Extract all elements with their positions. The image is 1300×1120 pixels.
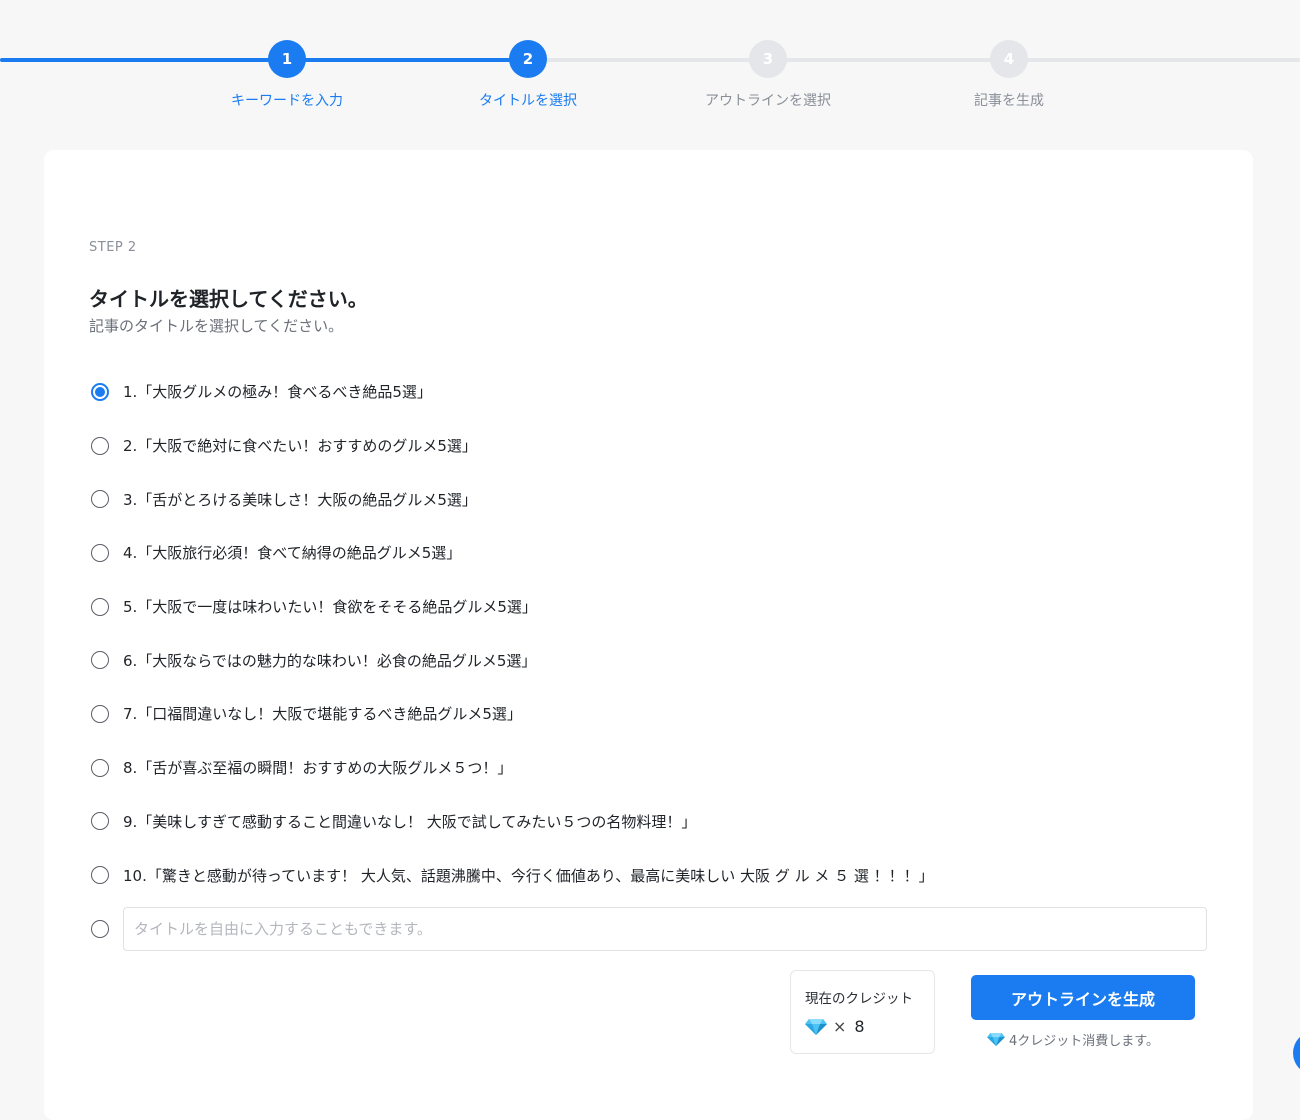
title-option-label[interactable]: 1.「大阪グルメの極み！食べるべき絶品5選」 [123,381,432,402]
title-option-label[interactable]: 3.「舌がとろける美味しさ！大阪の絶品グルメ5選」 [123,489,477,510]
step-number: 1 [268,40,306,78]
title-radio[interactable] [91,436,109,455]
step-article: 4 記事を生成 [909,40,1109,110]
credit-value: × 8 [805,1017,865,1036]
custom-title-radio[interactable] [91,919,109,938]
credit-amount: 8 [854,1017,865,1036]
title-radio[interactable] [91,597,109,616]
credit-cost-text: 4クレジット消費します。 [1009,1034,1159,1049]
help-chat-button[interactable] [1293,1031,1300,1075]
title-radio[interactable] [91,704,109,723]
title-option-label[interactable]: 5.「大阪で一度は味わいたい！食欲をそそる絶品グルメ5選」 [123,596,537,617]
custom-title-input[interactable] [123,906,1207,951]
step-number: 4 [990,40,1028,78]
diamond-icon [805,1018,827,1035]
title-radio[interactable] [91,651,109,670]
title-option-label[interactable]: 6.「大阪ならではの魅力的な味わい！必食の絶品グルメ5選」 [123,650,536,671]
title-option-label[interactable]: 8.「舌が喜ぶ至福の瞬間！おすすめの大阪グルメ５つ！」 [123,757,512,778]
step-number: 3 [749,40,787,78]
title-radio[interactable] [91,866,109,885]
page-title: タイトルを選択してください。 [89,287,368,311]
title-radio[interactable] [91,543,109,562]
title-option[interactable]: 5.「大阪で一度は味わいたい！食欲をそそる絶品グルメ5選」 [91,580,1221,634]
title-option-label[interactable]: 2.「大阪で絶対に食べたい！おすすめのグルメ5選」 [123,435,477,456]
title-option-label[interactable]: 9.「美味しすぎて感動すること間違いなし！ 大阪で試してみたい５つの名物料理！」 [123,811,696,832]
title-option[interactable]: 9.「美味しすぎて感動すること間違いなし！ 大阪で試してみたい５つの名物料理！」 [91,795,1221,849]
title-radio[interactable] [91,382,109,401]
title-radio[interactable] [91,812,109,831]
step-title[interactable]: 2 タイトルを選択 [428,40,628,110]
credit-label: 現在のクレジット [805,991,913,1007]
step-number: 2 [509,40,547,78]
title-option-label[interactable]: 4.「大阪旅行必須！食べて納得の絶品グルメ5選」 [123,542,461,563]
generate-outline-button[interactable]: アウトラインを生成 [971,975,1195,1020]
title-option-label[interactable]: 7.「口福間違いなし！大阪で堪能するべき絶品グルメ5選」 [123,703,522,724]
title-option[interactable]: 4.「大阪旅行必須！食べて納得の絶品グルメ5選」 [91,526,1221,580]
title-option[interactable]: 6.「大阪ならではの魅力的な味わい！必食の絶品グルメ5選」 [91,633,1221,687]
title-selection-card: STEP 2 タイトルを選択してください。 記事のタイトルを選択してください。 … [44,150,1253,1120]
progress-stepper: 1 キーワードを入力 2 タイトルを選択 3 アウトラインを選択 4 記事を生成 [0,0,1300,130]
title-option[interactable]: 7.「口福間違いなし！大阪で堪能するべき絶品グルメ5選」 [91,687,1221,741]
credit-balance: 現在のクレジット × 8 [790,970,935,1054]
title-radio[interactable] [91,490,109,509]
credit-multiplier: × [833,1017,847,1036]
title-option[interactable]: 10.「驚きと感動が待っています！ 大人気、話題沸騰中、今行く価値あり、最高に美… [91,848,1221,902]
diamond-icon [987,1033,1005,1046]
title-option[interactable]: 2.「大阪で絶対に食べたい！おすすめのグルメ5選」 [91,419,1221,473]
step-label: キーワードを入力 [231,93,343,109]
title-option[interactable]: 8.「舌が喜ぶ至福の瞬間！おすすめの大阪グルメ５つ！」 [91,741,1221,795]
custom-title-option[interactable] [91,902,1221,956]
page-subtitle: 記事のタイトルを選択してください。 [89,317,344,335]
step-keyword[interactable]: 1 キーワードを入力 [187,40,387,110]
step-label: 記事を生成 [974,93,1044,109]
title-options-list: 1.「大阪グルメの極み！食べるべき絶品5選」 2.「大阪で絶対に食べたい！おすす… [91,365,1221,956]
title-radio[interactable] [91,758,109,777]
step-indicator: STEP 2 [89,240,137,255]
step-label: アウトラインを選択 [705,93,831,109]
title-option[interactable]: 3.「舌がとろける美味しさ！大阪の絶品グルメ5選」 [91,472,1221,526]
step-label: タイトルを選択 [479,93,577,109]
step-outline: 3 アウトラインを選択 [668,40,868,110]
title-option-label[interactable]: 10.「驚きと感動が待っています！ 大人気、話題沸騰中、今行く価値あり、最高に美… [123,865,934,886]
credit-cost-note: 4クレジット消費します。 [987,1030,1187,1049]
title-option[interactable]: 1.「大阪グルメの極み！食べるべき絶品5選」 [91,365,1221,419]
